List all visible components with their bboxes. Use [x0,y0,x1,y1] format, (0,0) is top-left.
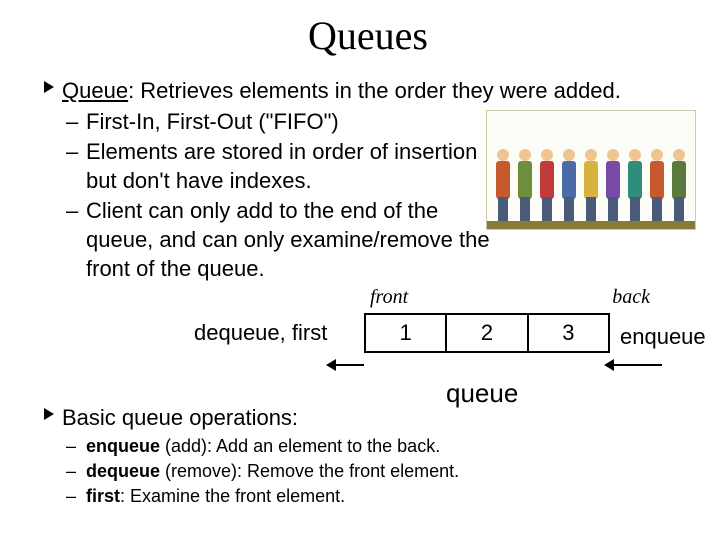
op-first: first: Examine the front element. [86,485,459,508]
label-dequeue: dequeue, first [194,320,327,346]
cell-3: 3 [529,315,608,351]
sub-ends-only: Client can only add to the end of the qu… [86,197,496,283]
cell-2: 2 [447,315,528,351]
queue-diagram: front back dequeue, first enqueue 1 2 3 … [364,286,684,355]
sub-fifo: First-In, First-Out ("FIFO") [86,108,496,137]
arrow-enqueue-icon [612,364,662,366]
label-back: back [510,286,684,309]
slide: Queues Queue: Retrieves elements in the … [0,0,720,540]
arrow-dequeue-icon [334,364,364,366]
ops-sublist: enqueue (add): Add an element to the bac… [44,435,459,509]
op-dequeue: dequeue (remove): Remove the front eleme… [86,460,459,483]
bullet-basic-ops: Basic queue operations: enqueue (add): A… [44,404,459,513]
people-queue-illustration [486,110,696,230]
bullet-marker-icon [44,408,54,420]
label-front: front [364,286,510,309]
op-enqueue: enqueue (add): Add an element to the bac… [86,435,459,458]
cell-1: 1 [366,315,447,351]
term-queue: Queue [62,78,128,103]
queue-def-rest: : Retrieves elements in the order they w… [128,78,621,103]
basic-ops-lead: Basic queue operations: [62,405,298,430]
queue-cells: 1 2 3 [364,313,610,353]
bullet-queue-def: Queue: Retrieves elements in the order t… [44,77,692,106]
sub-no-index: Elements are stored in order of insertio… [86,138,496,195]
bullet-marker-icon [44,81,54,93]
slide-title: Queues [44,12,692,59]
label-enqueue: enqueue [620,324,706,350]
